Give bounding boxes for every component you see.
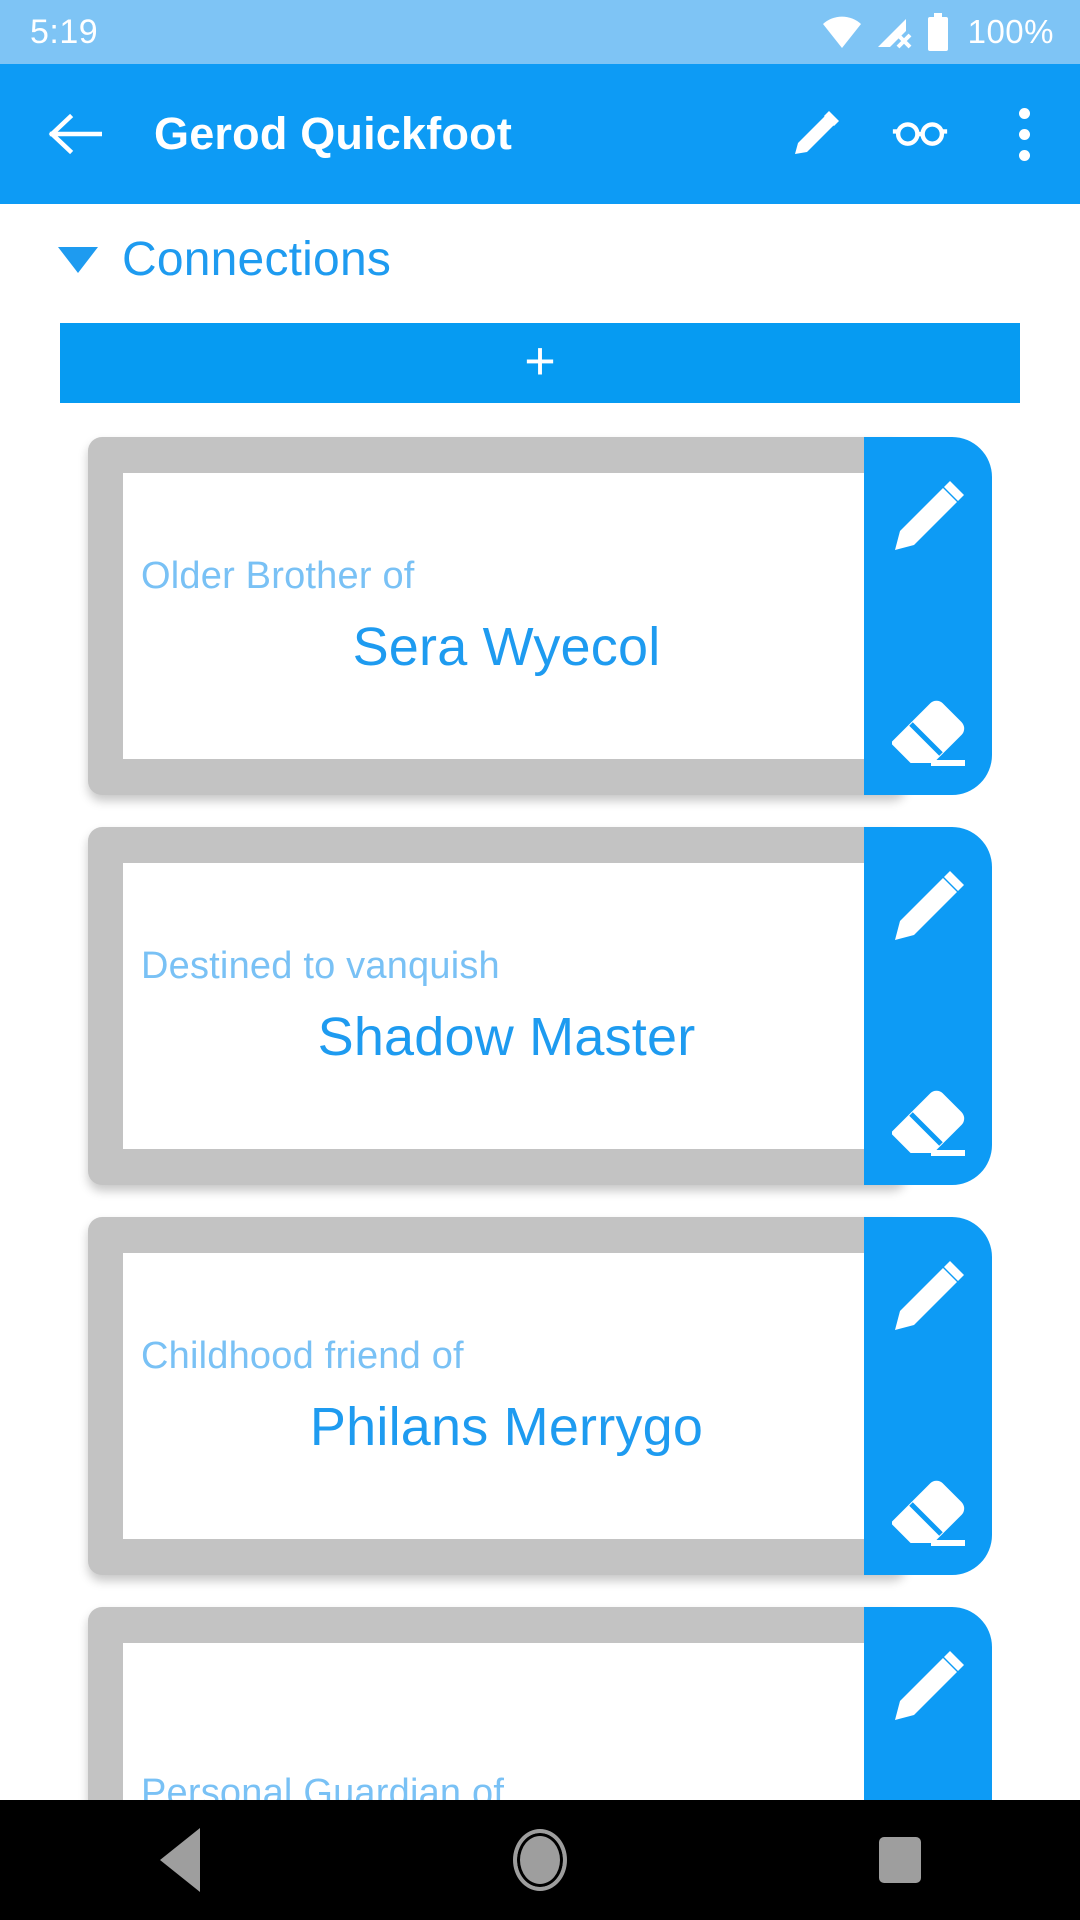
overflow-dots (1018, 107, 1030, 161)
nav-back-button[interactable] (110, 1800, 250, 1920)
connection-name-label: Shadow Master (317, 1006, 696, 1067)
card-action-strip (864, 437, 992, 795)
section-header-connections[interactable]: Connections (0, 204, 1080, 293)
connection-name-label: Sera Wyecol (352, 616, 661, 677)
status-clock: 5:19 (30, 12, 99, 51)
phone-screen: 5:19 100% Gerod Quickfoot Connections + … (0, 0, 1080, 1920)
connection-relation-label: Destined to vanquish (141, 945, 500, 988)
connections-list: Older Brother of Sera Wyecol Destined to… (0, 437, 1080, 1920)
overflow-menu-icon[interactable] (996, 106, 1052, 162)
pencil-icon[interactable] (878, 857, 978, 957)
app-bar-actions (788, 106, 1052, 162)
glasses-icon[interactable] (892, 106, 948, 162)
status-icons: 100% (822, 13, 1054, 51)
plus-icon: + (524, 331, 556, 391)
edit-icon[interactable] (788, 106, 844, 162)
eraser-icon[interactable] (878, 677, 978, 777)
square-icon (879, 1837, 921, 1883)
circle-icon (513, 1829, 567, 1891)
connection-card-body[interactable]: Destined to vanquish Shadow Master (123, 863, 906, 1149)
connection-relation-label: Childhood friend of (141, 1335, 464, 1378)
connection-card-body[interactable]: Older Brother of Sera Wyecol (123, 473, 906, 759)
nav-recents-button[interactable] (830, 1800, 970, 1920)
page-title: Gerod Quickfoot (154, 108, 513, 159)
card-action-strip (864, 827, 992, 1185)
eraser-icon[interactable] (878, 1457, 978, 1557)
wifi-icon (822, 15, 862, 49)
section-title: Connections (122, 233, 392, 286)
app-bar: Gerod Quickfoot (0, 64, 1080, 204)
eraser-icon[interactable] (878, 1067, 978, 1167)
add-connection-button[interactable]: + (60, 323, 1020, 403)
triangle-down-icon (58, 246, 98, 273)
connection-card: Older Brother of Sera Wyecol (88, 437, 992, 795)
android-nav-bar (0, 1800, 1080, 1920)
connection-relation-label: Older Brother of (141, 555, 415, 598)
pencil-icon[interactable] (878, 467, 978, 567)
battery-full-icon (926, 13, 950, 51)
back-arrow-icon[interactable] (46, 105, 104, 163)
card-action-strip (864, 1217, 992, 1575)
battery-percent-label: 100% (967, 13, 1054, 50)
connection-name-label: Philans Merrygo (309, 1396, 704, 1457)
content-area: Connections + Older Brother of Sera Wyec… (0, 204, 1080, 1920)
pencil-icon[interactable] (878, 1247, 978, 1347)
connection-card: Childhood friend of Philans Merrygo (88, 1217, 992, 1575)
status-bar: 5:19 100% (0, 0, 1080, 64)
connection-card-body[interactable]: Childhood friend of Philans Merrygo (123, 1253, 906, 1539)
connection-card: Destined to vanquish Shadow Master (88, 827, 992, 1185)
triangle-left-icon (160, 1828, 200, 1892)
pencil-icon[interactable] (878, 1637, 978, 1737)
cellular-no-signal-icon (876, 15, 912, 49)
nav-home-button[interactable] (470, 1800, 610, 1920)
